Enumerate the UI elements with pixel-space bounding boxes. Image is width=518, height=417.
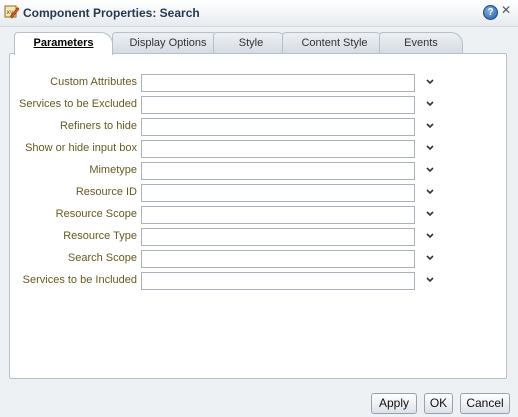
param-label: Services to be Included xyxy=(22,274,137,286)
param-row-resource-id: Resource ID xyxy=(10,184,506,202)
param-row-show-hide-input: Show or hide input box xyxy=(10,140,506,158)
mimetype-input[interactable] xyxy=(141,162,415,180)
param-row-custom-attributes: Custom Attributes xyxy=(10,74,506,92)
close-icon[interactable]: ✕ xyxy=(500,3,512,17)
resource-type-input[interactable] xyxy=(141,228,415,246)
param-label: Search Scope xyxy=(67,252,137,264)
param-row-search-scope: Search Scope xyxy=(10,250,506,268)
param-row-services-excluded: Services to be Excluded xyxy=(10,96,506,114)
help-icon[interactable]: ? xyxy=(483,5,498,20)
tab-display-options[interactable]: Display Options xyxy=(112,32,224,54)
tab-bar: Parameters Display Options Style Content… xyxy=(0,32,518,55)
param-row-mimetype: Mimetype xyxy=(10,162,506,180)
chevron-down-icon[interactable] xyxy=(425,142,435,154)
param-label: Resource ID xyxy=(75,186,137,198)
search-scope-input[interactable] xyxy=(141,250,415,268)
param-row-resource-scope: Resource Scope xyxy=(10,206,506,224)
dialog-button-bar: Apply OK Cancel xyxy=(0,388,518,417)
dialog-title: Component Properties: Search xyxy=(23,6,200,20)
chevron-down-icon[interactable] xyxy=(425,98,435,110)
chevron-down-icon[interactable] xyxy=(425,274,435,286)
param-row-refiners-hide: Refiners to hide xyxy=(10,118,506,136)
resource-scope-input[interactable] xyxy=(141,206,415,224)
param-label: Refiners to hide xyxy=(59,120,137,132)
param-label: Custom Attributes xyxy=(50,76,137,88)
chevron-down-icon[interactable] xyxy=(425,208,435,220)
chevron-down-icon[interactable] xyxy=(425,252,435,264)
param-label: Services to be Excluded xyxy=(18,98,137,110)
param-row-resource-type: Resource Type xyxy=(10,228,506,246)
chevron-down-icon[interactable] xyxy=(425,76,435,88)
apply-button[interactable]: Apply xyxy=(371,393,417,414)
title-bar: xy Component Properties: Search ? ✕ xyxy=(0,0,518,27)
tab-parameters[interactable]: Parameters xyxy=(14,32,113,55)
tab-content-style[interactable]: Content Style xyxy=(282,32,387,54)
param-label: Show or hide input box xyxy=(25,142,137,154)
chevron-down-icon[interactable] xyxy=(425,120,435,132)
services-included-input[interactable] xyxy=(141,272,415,290)
edit-properties-icon: xy xyxy=(4,5,20,19)
parameters-panel: Custom Attributes Services to be Exclude… xyxy=(9,53,507,379)
chevron-down-icon[interactable] xyxy=(425,186,435,198)
param-label: Mimetype xyxy=(89,164,137,176)
tab-style[interactable]: Style xyxy=(213,32,289,54)
param-row-services-included: Services to be Included xyxy=(10,272,506,290)
chevron-down-icon[interactable] xyxy=(425,164,435,176)
chevron-down-icon[interactable] xyxy=(425,230,435,242)
show-hide-input-box-input[interactable] xyxy=(141,140,415,158)
resource-id-input[interactable] xyxy=(141,184,415,202)
tab-events[interactable]: Events xyxy=(379,32,463,54)
custom-attributes-input[interactable] xyxy=(141,74,415,92)
services-excluded-input[interactable] xyxy=(141,96,415,114)
ok-button[interactable]: OK xyxy=(424,393,453,414)
refiners-hide-input[interactable] xyxy=(141,118,415,136)
param-label: Resource Scope xyxy=(55,208,137,220)
param-label: Resource Type xyxy=(63,230,137,242)
cancel-button[interactable]: Cancel xyxy=(460,393,510,414)
